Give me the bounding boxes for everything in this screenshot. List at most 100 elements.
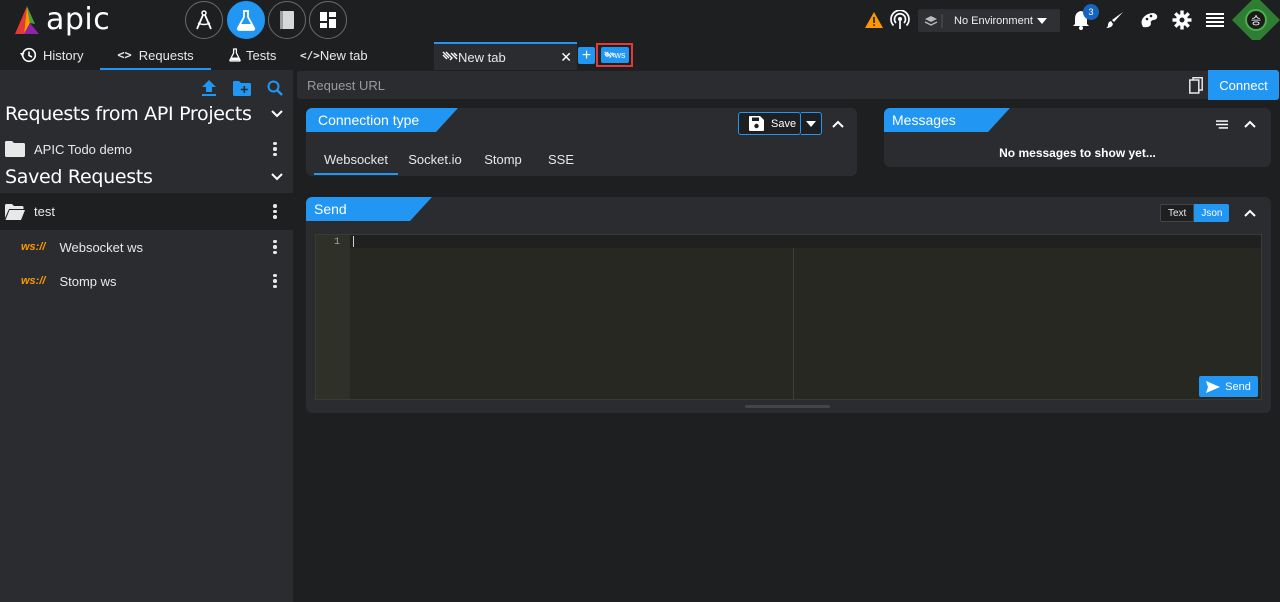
request-url-input[interactable] xyxy=(307,71,1167,99)
request-item-label: Stomp ws xyxy=(59,273,117,289)
more-options-icon[interactable] xyxy=(273,239,277,255)
connection-tab-sse[interactable]: SSE xyxy=(544,146,578,172)
caret-down-icon xyxy=(806,120,816,127)
connect-button[interactable]: Connect xyxy=(1208,70,1279,100)
resize-handle[interactable] xyxy=(745,405,830,408)
send-panel: Send Text Json 1 Send xyxy=(306,197,1271,413)
messages-panel: Messages No messages to show yet... xyxy=(884,108,1271,167)
save-icon xyxy=(749,116,764,131)
more-options-icon[interactable] xyxy=(273,273,277,289)
save-options-button[interactable] xyxy=(801,112,822,135)
active-line-highlight xyxy=(350,235,1261,248)
code-brackets-icon: <> xyxy=(117,48,132,62)
user-avatar[interactable]: 승 xyxy=(1231,0,1280,45)
text-cursor xyxy=(353,236,354,247)
copy-icon[interactable] xyxy=(1189,77,1205,94)
tab-requests[interactable]: <> Requests xyxy=(100,40,211,70)
flask-icon xyxy=(229,48,241,62)
tester-module-button[interactable] xyxy=(227,1,265,39)
caret-down-icon xyxy=(1037,18,1047,24)
dashboard-module-button[interactable] xyxy=(309,1,347,39)
request-method-tag: ws:// xyxy=(21,275,46,287)
book-icon xyxy=(280,11,294,29)
save-button[interactable]: Save xyxy=(738,112,801,135)
send-button[interactable]: Send xyxy=(1199,376,1258,397)
sidebar: Requests from API Projects APIC Todo dem… xyxy=(0,70,293,602)
collapse-chevron-up-icon[interactable] xyxy=(1244,207,1256,219)
palette-icon[interactable] xyxy=(1139,10,1159,30)
tab-new-tab[interactable]: </> New tab xyxy=(300,40,380,70)
more-options-icon[interactable] xyxy=(273,141,277,157)
apic-logo-icon xyxy=(15,6,39,34)
warning-icon[interactable] xyxy=(864,10,884,30)
send-title: Send xyxy=(306,197,432,221)
tab-history[interactable]: History xyxy=(20,40,92,70)
broadcast-icon[interactable] xyxy=(890,10,910,30)
folder-open-icon xyxy=(5,203,25,220)
new-folder-icon[interactable] xyxy=(232,78,252,98)
tab-requests-label: Requests xyxy=(138,47,194,63)
websocket-icon xyxy=(442,51,458,61)
folder-item-test[interactable]: test xyxy=(0,193,293,230)
messages-title: Messages xyxy=(884,108,1010,132)
settings-gear-icon[interactable] xyxy=(1172,10,1192,30)
folder-item-label: test xyxy=(34,204,55,219)
ws-button-inner: ws xyxy=(600,47,629,63)
tab-history-label: History xyxy=(43,47,84,63)
project-item[interactable]: APIC Todo demo xyxy=(0,136,293,162)
open-tab-new[interactable]: New tab ✕ xyxy=(434,42,577,70)
tab-row: History <> Requests Tests </> New tab Ne… xyxy=(0,40,1280,70)
request-url-bar xyxy=(297,71,1208,99)
collapse-chevron-up-icon[interactable] xyxy=(832,118,844,130)
request-item[interactable]: ws:// Stomp ws xyxy=(0,268,293,294)
logo-text: apic xyxy=(46,2,111,37)
collapse-chevron-up-icon[interactable] xyxy=(1244,118,1256,130)
paper-plane-icon xyxy=(1206,380,1221,393)
environment-select[interactable]: No Environment xyxy=(918,9,1060,32)
avatar-text: 승 xyxy=(1245,9,1267,32)
dashboard-icon xyxy=(320,12,336,28)
api-projects-title: Requests from API Projects xyxy=(5,103,252,125)
add-tab-button[interactable]: + xyxy=(578,47,595,64)
websocket-icon xyxy=(603,51,615,58)
environment-label: No Environment xyxy=(954,14,1033,27)
save-label: Save xyxy=(771,117,797,130)
sort-lines-icon[interactable] xyxy=(1216,118,1228,130)
brush-icon[interactable] xyxy=(1105,10,1125,30)
new-ws-tab-button[interactable]: ws xyxy=(596,43,633,67)
docs-module-button[interactable] xyxy=(268,1,306,39)
tab-new-tab-label: New tab xyxy=(319,47,368,63)
connection-tab-socketio[interactable]: Socket.io xyxy=(406,146,464,172)
open-tab-label: New tab xyxy=(458,49,506,65)
send-label: Send xyxy=(1225,380,1251,393)
search-icon[interactable] xyxy=(265,78,285,98)
connection-tab-stomp[interactable]: Stomp xyxy=(480,146,526,172)
format-json-option[interactable]: Json xyxy=(1194,204,1230,222)
no-messages-text: No messages to show yet... xyxy=(999,146,1156,160)
message-editor[interactable]: 1 Send xyxy=(315,234,1262,400)
request-item-label: Websocket ws xyxy=(59,239,144,255)
layers-icon xyxy=(924,13,943,28)
request-method-tag: ws:// xyxy=(21,241,46,253)
more-options-icon[interactable] xyxy=(273,204,277,219)
chevron-down-icon xyxy=(271,173,283,181)
format-toggle: Text Json xyxy=(1160,204,1230,222)
chevron-down-icon xyxy=(271,110,283,118)
api-projects-section-header[interactable]: Requests from API Projects xyxy=(0,101,293,127)
menu-icon[interactable] xyxy=(1205,10,1225,30)
request-item[interactable]: ws:// Websocket ws xyxy=(0,234,293,260)
connection-type-title: Connection type xyxy=(306,108,458,132)
close-tab-icon[interactable]: ✕ xyxy=(560,49,572,66)
history-icon xyxy=(20,47,37,63)
format-text-option[interactable]: Text xyxy=(1160,204,1195,222)
designer-module-button[interactable] xyxy=(185,1,223,39)
app-logo[interactable]: apic xyxy=(10,3,110,37)
saved-requests-section-header[interactable]: Saved Requests xyxy=(0,164,293,190)
folder-icon xyxy=(5,141,25,157)
code-icon: </> xyxy=(300,48,320,62)
tab-tests[interactable]: Tests xyxy=(229,40,279,70)
project-item-label: APIC Todo demo xyxy=(34,141,133,157)
compass-icon xyxy=(196,10,212,30)
upload-icon[interactable] xyxy=(199,78,219,98)
connection-tab-websocket[interactable]: Websocket xyxy=(314,146,398,175)
